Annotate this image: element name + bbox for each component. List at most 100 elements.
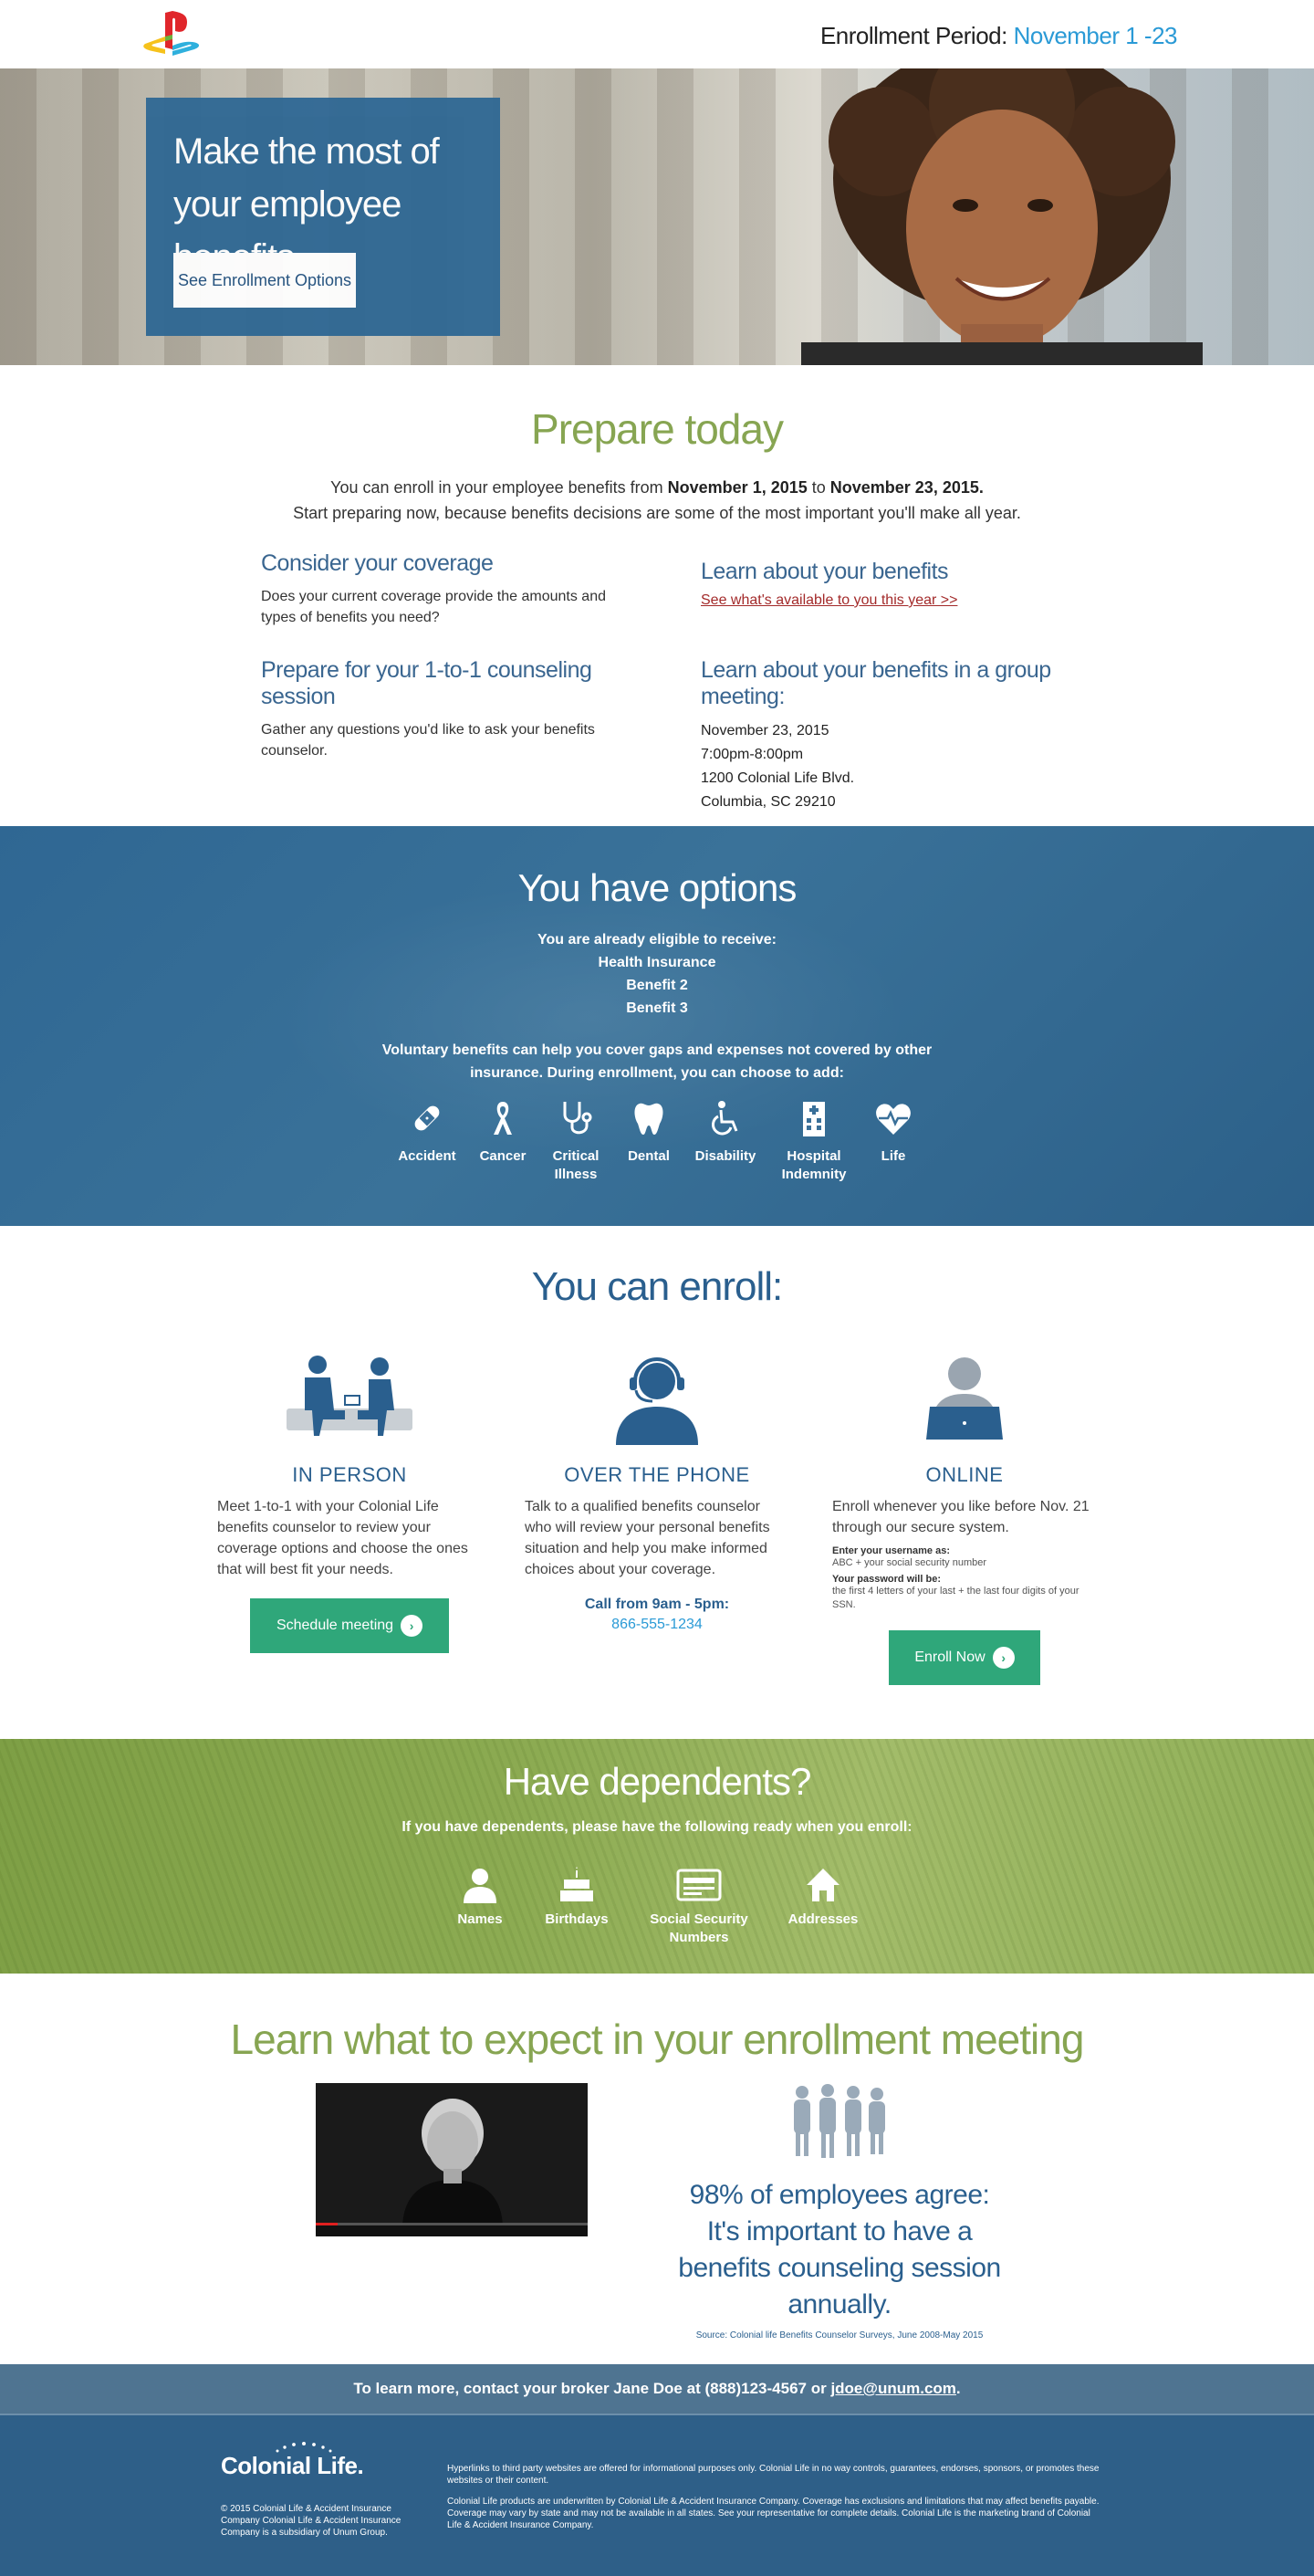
statistic-text: 98% of employees agree: It's important t…	[678, 2180, 1001, 2319]
hospital-icon	[803, 1102, 825, 1136]
statistic-source: Source: Colonial life Benefits Counselor…	[695, 2330, 984, 2340]
benefit-label: Hospital Indemnity	[781, 1148, 847, 1182]
prepare-intro: You can enroll in your employee benefits…	[0, 475, 1314, 526]
colonial-life-logo[interactable]: Colonial Life.	[221, 2442, 364, 2480]
learn-benefits-block: Learn about your benefits See what's ava…	[701, 559, 1084, 609]
password-text: the first 4 letters of your last + the l…	[832, 1586, 1079, 1610]
footer-disclaimer: Hyperlinks to third party websites are o…	[447, 2463, 1104, 2531]
intro-from-date: November 1, 2015	[667, 478, 808, 497]
see-enrollment-options-button[interactable]: See Enrollment Options	[173, 253, 356, 308]
intro-to-word: to	[807, 478, 830, 497]
eligible-list: You are already eligible to receive: Hea…	[0, 928, 1314, 1020]
logo-dots-icon	[276, 2442, 332, 2453]
enroll-title: You can enroll:	[531, 1264, 783, 1309]
benefit-label: Life	[881, 1148, 906, 1164]
voluntary-copy: Voluntary benefits can help you cover ga…	[381, 1042, 933, 1081]
group-meeting-block: Learn about your benefits in a group mee…	[701, 657, 1084, 814]
wheelchair-icon	[711, 1101, 738, 1136]
username-text: ABC + your social security number	[832, 1557, 987, 1568]
eligible-item: Health Insurance	[598, 955, 716, 970]
dependents-title: Have dependents?	[503, 1760, 812, 1803]
prepare-title: Prepare today	[531, 405, 784, 453]
prepare-section: Prepare today You can enroll in your emp…	[0, 365, 1314, 826]
learn-benefits-heading: Learn about your benefits	[701, 559, 949, 584]
playstation-logo-icon[interactable]	[141, 9, 205, 58]
tooth-icon	[634, 1103, 663, 1135]
in-person-column: IN PERSON Meet 1-to-1 with your Colonial…	[217, 1354, 482, 1653]
password-heading: Your password will be:	[832, 1574, 941, 1585]
eligible-label: You are already eligible to receive:	[537, 932, 777, 948]
dependent-birthdays: Birthdays	[522, 1867, 631, 1929]
whats-available-link[interactable]: See what's available to you this year >>	[701, 592, 957, 609]
arrow-right-icon: ›	[401, 1614, 423, 1637]
in-person-text: Meet 1-to-1 with your Colonial Life bene…	[217, 1499, 468, 1577]
broker-email-link[interactable]: jdoe@unum.com	[830, 2380, 955, 2397]
benefit-label: Critical Illness	[552, 1148, 600, 1182]
dependent-label: Names	[457, 1911, 503, 1927]
video-controls[interactable]	[316, 2225, 588, 2236]
intro-line2: Start preparing now, because benefits de…	[293, 504, 1021, 522]
house-icon	[807, 1869, 840, 1901]
arrow-right-icon: ›	[992, 1646, 1015, 1669]
intro-text: You can enroll in your employee benefits…	[330, 478, 668, 497]
phone-number-link[interactable]: 866-555-1234	[525, 1617, 789, 1633]
phone-title: OVER THE PHONE	[564, 1463, 750, 1486]
counsel-block: Prepare for your 1-to-1 counseling sessi…	[261, 657, 644, 761]
stethoscope-icon	[563, 1102, 592, 1135]
group-of-people-icon	[794, 2084, 885, 2158]
top-header: Enrollment Period: November 1 -23	[0, 0, 1314, 68]
person-icon	[464, 1869, 496, 1903]
laptop-user-icon	[926, 1357, 1003, 1440]
footer-logo-text: Colonial Life.	[221, 2452, 364, 2479]
enrollment-period: Enrollment Period: November 1 -23	[820, 22, 1178, 50]
benefit-life: Life	[848, 1098, 939, 1166]
hero-woman-photo	[801, 68, 1203, 365]
ribbon-icon	[494, 1102, 512, 1135]
in-person-meeting-icon	[287, 1356, 412, 1436]
enroll-now-button[interactable]: Enroll Now ›	[889, 1630, 1040, 1685]
dependent-label: Social Security Numbers	[650, 1911, 748, 1945]
video-player[interactable]	[316, 2083, 588, 2236]
contact-bar: To learn more, contact your broker Jane …	[0, 2364, 1314, 2414]
online-title: ONLINE	[925, 1463, 1004, 1486]
dependent-ssn: Social Security Numbers	[644, 1867, 754, 1947]
eligible-item: Benefit 2	[626, 978, 688, 993]
phone-text: Talk to a qualified benefits counselor w…	[525, 1499, 770, 1577]
options-section: You have options You are already eligibl…	[0, 826, 1314, 1226]
phone-column: OVER THE PHONE Talk to a qualified benef…	[525, 1354, 789, 1633]
meeting-street: 1200 Colonial Life Blvd.	[701, 770, 855, 786]
dependents-section: Have dependents? If you have dependents,…	[0, 1739, 1314, 1974]
enrollment-period-dates: November 1 -23	[1013, 22, 1178, 49]
benefit-label: Cancer	[479, 1148, 527, 1164]
group-meeting-details: November 23, 2015 7:00pm-8:00pm 1200 Col…	[701, 719, 1084, 814]
in-person-title: IN PERSON	[292, 1463, 407, 1486]
group-meeting-heading: Learn about your benefits in a group mee…	[701, 657, 1051, 709]
learn-section: Learn what to expect in your enrollment …	[0, 1974, 1314, 2364]
benefit-hospital-indemnity: Hospital Indemnity	[768, 1098, 860, 1184]
online-column: ONLINE Enroll whenever you like before N…	[832, 1354, 1097, 1685]
contact-end: .	[955, 2380, 961, 2397]
disclaimer-underwriting: Colonial Life products are underwritten …	[447, 2497, 1100, 2530]
call-hours: Call from 9am - 5pm:	[584, 1597, 730, 1612]
voluntary-text: Voluntary benefits can help you cover ga…	[0, 1039, 1314, 1084]
dependents-subtitle: If you have dependents, please have the …	[402, 1819, 912, 1835]
enroll-section: You can enroll: IN PERSON Meet 1-to-1 wi…	[0, 1226, 1314, 1739]
heart-icon	[876, 1104, 911, 1135]
video-speaker-thumbnail	[402, 2099, 503, 2229]
intro-to-date: November 23, 2015.	[829, 478, 984, 497]
meeting-time: 7:00pm-8:00pm	[701, 747, 804, 762]
schedule-meeting-button[interactable]: Schedule meeting ›	[250, 1598, 449, 1653]
username-heading: Enter your username as:	[832, 1545, 950, 1556]
learn-title: Learn what to expect in your enrollment …	[230, 2016, 1085, 2063]
contact-text: To learn more, contact your broker Jane …	[353, 2380, 831, 2397]
coverage-block: Consider your coverage Does your current…	[261, 550, 644, 628]
counsel-text: Gather any questions you'd like to ask y…	[261, 722, 595, 759]
schedule-meeting-label: Schedule meeting	[276, 1618, 394, 1633]
benefit-label: Disability	[694, 1148, 756, 1164]
options-title: You have options	[517, 866, 798, 909]
bandage-icon	[414, 1105, 440, 1131]
footer-copyright: © 2015 Colonial Life & Accident Insuranc…	[221, 2504, 402, 2538]
headset-agent-icon	[616, 1357, 698, 1445]
statistic-block: 98% of employees agree: It's important t…	[675, 2083, 1004, 2340]
coverage-text: Does your current coverage provide the a…	[261, 589, 606, 625]
